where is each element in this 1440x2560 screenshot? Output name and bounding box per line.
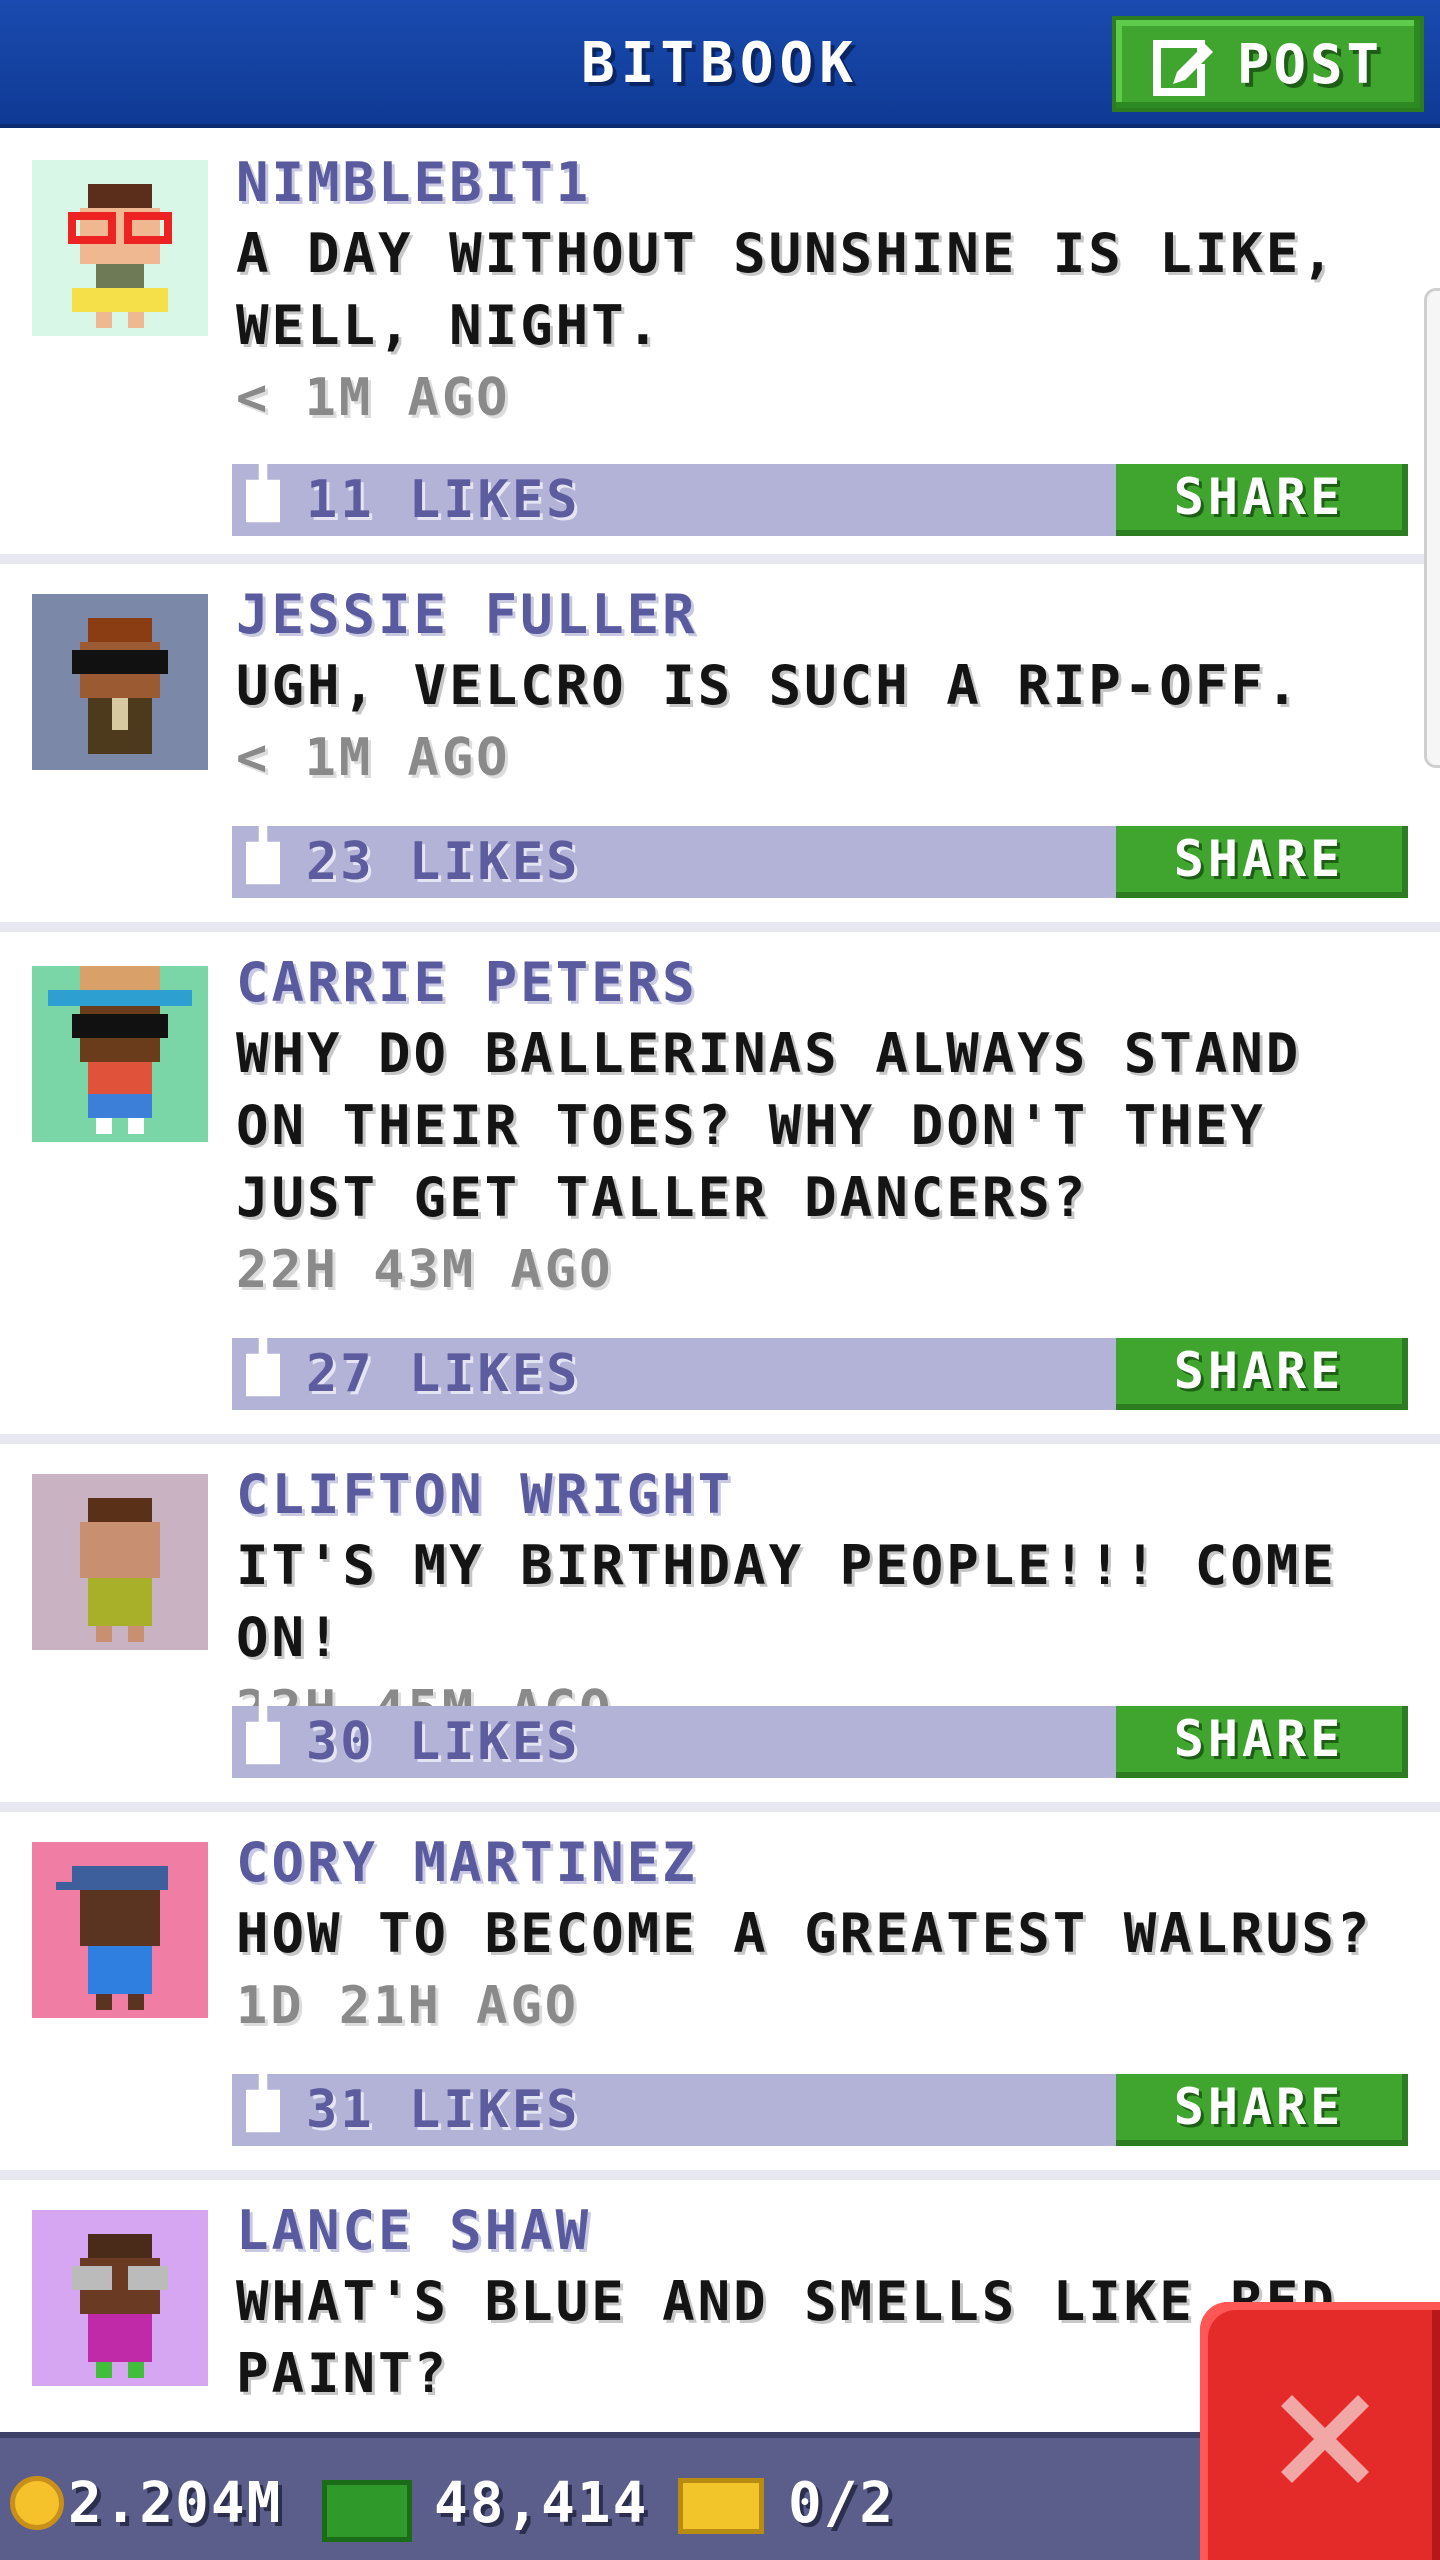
top-bar: BITBOOK POST: [0, 0, 1440, 128]
avatar-image: [32, 966, 208, 1142]
thumbs-up-icon: [246, 445, 280, 523]
avatar[interactable]: [32, 594, 208, 770]
avatar-image: [32, 2210, 208, 2386]
post-username[interactable]: CARRIE PETERS: [236, 948, 1420, 1018]
close-icon: [1281, 2395, 1369, 2483]
thumbs-up-icon: [246, 1687, 280, 1765]
likes-count: 27 LIKES: [306, 1344, 581, 1404]
likes-count: 23 LIKES: [306, 832, 581, 892]
like-bar[interactable]: 11 LIKES SHARE: [232, 445, 1408, 536]
post-message: HOW TO BECOME A GREATEST WALRUS?: [236, 1902, 1373, 1965]
like-bar[interactable]: 23 LIKES SHARE: [232, 807, 1408, 898]
avatar-image: [32, 160, 208, 336]
close-button[interactable]: [1200, 2302, 1440, 2560]
post-time: 1D 21H AGO: [236, 1976, 580, 2036]
bux-amount: 48,414: [434, 2471, 649, 2536]
feed-post: JESSIE FULLER UGH, VELCRO IS SUCH A RIP-…: [0, 564, 1440, 932]
thumbs-up-icon: [246, 1319, 280, 1397]
post-button[interactable]: POST: [1112, 16, 1424, 112]
post-message: IT'S MY BIRTHDAY PEOPLE!!! COME ON!: [236, 1534, 1337, 1669]
avatar[interactable]: [32, 160, 208, 336]
post-message: WHY DO BALLERINAS ALWAYS STAND ON THEIR …: [236, 1022, 1302, 1229]
likes-count: 11 LIKES: [306, 470, 581, 530]
avatar[interactable]: [32, 1474, 208, 1650]
feed-post: CARRIE PETERS WHY DO BALLERINAS ALWAYS S…: [0, 932, 1440, 1444]
post-username[interactable]: LANCE SHAW: [236, 2196, 1420, 2266]
post-username[interactable]: JESSIE FULLER: [236, 580, 1420, 650]
post-username[interactable]: NIMBLEBIT1: [236, 148, 1420, 218]
feed-post: CLIFTON WRIGHT IT'S MY BIRTHDAY PEOPLE!!…: [0, 1444, 1440, 1812]
like-bar[interactable]: 31 LIKES SHARE: [232, 2055, 1408, 2146]
like-bar[interactable]: 30 LIKES SHARE: [232, 1687, 1408, 1778]
post-message: A DAY WITHOUT SUNSHINE IS LIKE, WELL, NI…: [236, 222, 1337, 357]
feed-post: NIMBLEBIT1 A DAY WITHOUT SUNSHINE IS LIK…: [0, 132, 1440, 564]
like-bar[interactable]: 27 LIKES SHARE: [232, 1319, 1408, 1410]
avatar[interactable]: [32, 2210, 208, 2386]
post-button-label: POST: [1236, 32, 1384, 96]
feed-post: CORY MARTINEZ HOW TO BECOME A GREATEST W…: [0, 1812, 1440, 2180]
avatar[interactable]: [32, 966, 208, 1142]
avatar-image: [32, 594, 208, 770]
share-button[interactable]: SHARE: [1116, 826, 1408, 898]
thumbs-up-icon: [246, 2055, 280, 2133]
share-button[interactable]: SHARE: [1116, 1706, 1408, 1778]
thumbs-up-icon: [246, 807, 280, 885]
share-button[interactable]: SHARE: [1116, 1338, 1408, 1410]
avatar-image: [32, 1842, 208, 2018]
feed[interactable]: NIMBLEBIT1 A DAY WITHOUT SUNSHINE IS LIK…: [0, 132, 1440, 2420]
avatar-image: [32, 1474, 208, 1650]
post-time: < 1M AGO: [236, 368, 511, 428]
post-message: UGH, VELCRO IS SUCH A RIP-OFF.: [236, 654, 1302, 717]
post-username[interactable]: CLIFTON WRIGHT: [236, 1460, 1420, 1530]
scrollbar[interactable]: [1424, 288, 1440, 768]
edit-icon: [1152, 40, 1213, 96]
coin-icon: [10, 2476, 64, 2530]
coins-amount: 2.204M: [68, 2471, 283, 2536]
ticket-icon: [678, 2478, 764, 2534]
likes-count: 30 LIKES: [306, 1712, 581, 1772]
share-button[interactable]: SHARE: [1116, 2074, 1408, 2146]
tickets-amount: 0/2: [788, 2471, 896, 2536]
post-time: 22H 43M AGO: [236, 1240, 614, 1300]
likes-count: 31 LIKES: [306, 2080, 581, 2140]
post-time: < 1M AGO: [236, 728, 511, 788]
post-username[interactable]: CORY MARTINEZ: [236, 1828, 1420, 1898]
bux-icon: [322, 2480, 412, 2542]
avatar[interactable]: [32, 1842, 208, 2018]
share-button[interactable]: SHARE: [1116, 464, 1408, 536]
